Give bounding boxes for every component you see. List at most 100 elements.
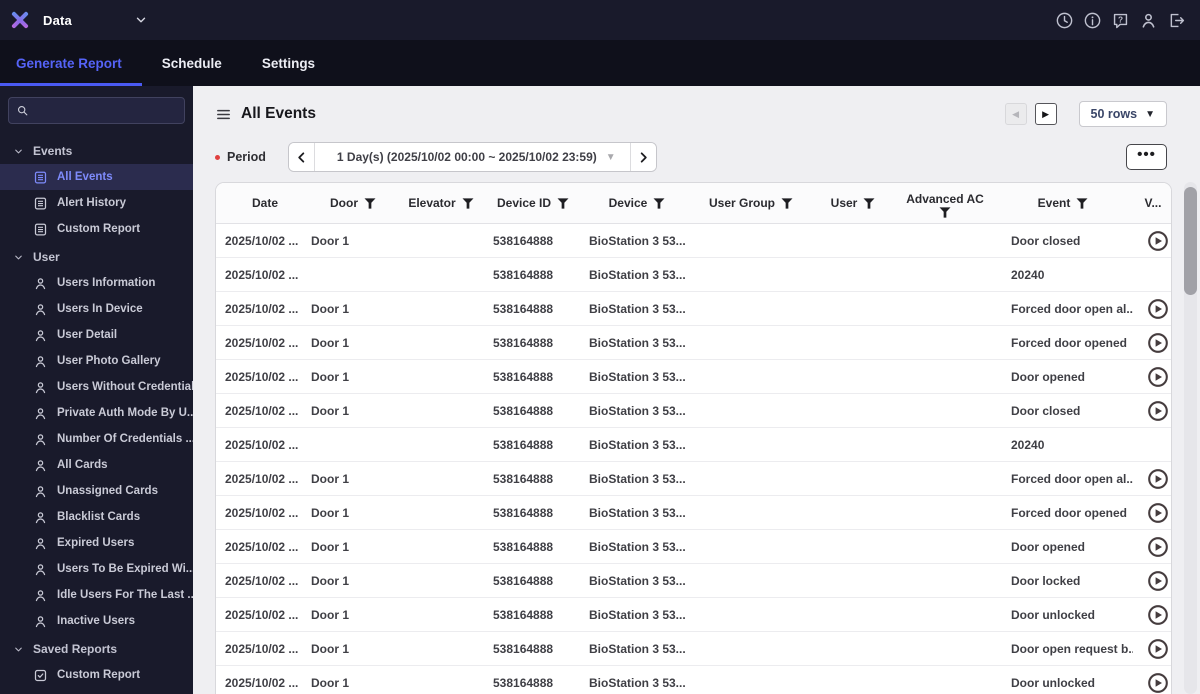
column-header-user[interactable]: User bbox=[809, 196, 897, 210]
user-icon bbox=[33, 276, 48, 291]
table-scrollbar[interactable] bbox=[1184, 182, 1197, 694]
table-row[interactable]: 2025/10/02 ... Door 1 538164888 BioStation … bbox=[216, 564, 1171, 598]
play-video-button[interactable] bbox=[1147, 230, 1169, 252]
table-row[interactable]: 2025/10/02 ... Door 1 538164888 BioStation … bbox=[216, 224, 1171, 258]
table-row[interactable]: 2025/10/02 ... Door 1 538164888 BioStation … bbox=[216, 326, 1171, 360]
column-header-event[interactable]: Event bbox=[993, 196, 1133, 210]
play-video-button[interactable] bbox=[1147, 400, 1169, 422]
column-header-elevator[interactable]: Elevator bbox=[397, 196, 485, 210]
logout-icon bbox=[1167, 11, 1186, 30]
search-input[interactable] bbox=[29, 102, 177, 119]
play-video-button[interactable] bbox=[1147, 468, 1169, 490]
column-label: Elevator bbox=[408, 196, 456, 210]
sidebar-item-user-detail[interactable]: User Detail bbox=[0, 322, 193, 348]
table-row[interactable]: 2025/10/02 ... 538164888 BioStation 3 53..… bbox=[216, 258, 1171, 292]
user-button[interactable] bbox=[1139, 11, 1158, 30]
column-header-advanced-ac[interactable]: Advanced AC bbox=[897, 188, 993, 218]
cell-door: Door 1 bbox=[311, 335, 350, 350]
sidebar-item-expired-users[interactable]: Expired Users bbox=[0, 530, 193, 556]
table-row[interactable]: 2025/10/02 ... Door 1 538164888 BioStation … bbox=[216, 496, 1171, 530]
info-button[interactable] bbox=[1083, 11, 1102, 30]
cell-device: BioStation 3 53... bbox=[589, 233, 686, 248]
sidebar-item-users-in-device[interactable]: Users In Device bbox=[0, 296, 193, 322]
play-video-button[interactable] bbox=[1147, 332, 1169, 354]
play-video-button[interactable] bbox=[1147, 604, 1169, 626]
clock-button[interactable] bbox=[1055, 11, 1074, 30]
play-video-button[interactable] bbox=[1147, 638, 1169, 660]
section-header-user[interactable]: User bbox=[0, 244, 193, 270]
table-row[interactable]: 2025/10/02 ... Door 1 538164888 BioStation … bbox=[216, 394, 1171, 428]
table-row[interactable]: 2025/10/02 ... Door 1 538164888 BioStation … bbox=[216, 530, 1171, 564]
help-icon: ? bbox=[1111, 11, 1130, 30]
tab-label: Generate Report bbox=[16, 55, 122, 71]
sidebar-item-custom-report[interactable]: Custom Report bbox=[0, 216, 193, 242]
sidebar-item-label: Custom Report bbox=[57, 223, 141, 235]
play-video-button[interactable] bbox=[1147, 672, 1169, 694]
table-row[interactable]: 2025/10/02 ... Door 1 538164888 BioStation … bbox=[216, 462, 1171, 496]
sidebar-item-users-information[interactable]: Users Information bbox=[0, 270, 193, 296]
filter-icon[interactable] bbox=[863, 197, 875, 209]
sidebar-item-users-to-be-expired-wi[interactable]: Users To Be Expired Wi... bbox=[0, 556, 193, 582]
scrollbar-thumb[interactable] bbox=[1184, 187, 1197, 295]
table-row[interactable]: 2025/10/02 ... Door 1 538164888 BioStation … bbox=[216, 598, 1171, 632]
cell-video bbox=[1133, 366, 1171, 388]
sidebar-item-number-of-credentials[interactable]: Number Of Credentials ... bbox=[0, 426, 193, 452]
clock-icon bbox=[1055, 11, 1074, 30]
period-value-dropdown[interactable]: 1 Day(s) (2025/10/02 00:00 ~ 2025/10/02 … bbox=[315, 143, 630, 171]
sidebar-item-all-events[interactable]: All Events bbox=[0, 164, 193, 190]
page-next-button[interactable]: ▶ bbox=[1034, 103, 1057, 125]
column-header-user-group[interactable]: User Group bbox=[693, 196, 809, 210]
play-video-button[interactable] bbox=[1147, 298, 1169, 320]
column-header-device[interactable]: Device bbox=[581, 196, 693, 210]
cell-device-id: 538164888 bbox=[493, 267, 554, 282]
table-row[interactable]: 2025/10/02 ... Door 1 538164888 BioStation … bbox=[216, 360, 1171, 394]
tab-generate-report[interactable]: Generate Report bbox=[0, 40, 142, 86]
column-header-v[interactable]: V... bbox=[1133, 196, 1171, 210]
play-video-button[interactable] bbox=[1147, 366, 1169, 388]
table-row[interactable]: 2025/10/02 ... 538164888 BioStation 3 53..… bbox=[216, 428, 1171, 462]
filter-icon[interactable] bbox=[653, 197, 665, 209]
play-video-button[interactable] bbox=[1147, 570, 1169, 592]
cell-date: 2025/10/02 ... bbox=[225, 573, 299, 588]
sidebar-item-inactive-users[interactable]: Inactive Users bbox=[0, 608, 193, 634]
section-header-events[interactable]: Events bbox=[0, 138, 193, 164]
rows-per-page-select[interactable]: 50 rows ▼ bbox=[1078, 101, 1167, 127]
tab-schedule[interactable]: Schedule bbox=[142, 40, 242, 86]
table-row[interactable]: 2025/10/02 ... Door 1 538164888 BioStation … bbox=[216, 666, 1171, 694]
filter-icon[interactable] bbox=[462, 197, 474, 209]
column-header-door[interactable]: Door bbox=[309, 196, 397, 210]
filter-icon[interactable] bbox=[557, 197, 569, 209]
sidebar-search[interactable] bbox=[8, 97, 185, 124]
more-options-button[interactable]: ••• bbox=[1126, 144, 1167, 170]
sidebar-item-all-cards[interactable]: All Cards bbox=[0, 452, 193, 478]
sidebar-item-user-photo-gallery[interactable]: User Photo Gallery bbox=[0, 348, 193, 374]
user-icon bbox=[33, 432, 48, 447]
sidebar-item-alert-history[interactable]: Alert History bbox=[0, 190, 193, 216]
sidebar-item-blacklist-cards[interactable]: Blacklist Cards bbox=[0, 504, 193, 530]
column-header-date[interactable]: Date bbox=[221, 196, 309, 210]
tab-settings[interactable]: Settings bbox=[242, 40, 335, 86]
section-header-saved-reports[interactable]: Saved Reports bbox=[0, 636, 193, 662]
filter-icon[interactable] bbox=[364, 197, 376, 209]
filter-icon[interactable] bbox=[1076, 197, 1088, 209]
page-prev-button[interactable]: ◀ bbox=[1004, 103, 1027, 125]
table-row[interactable]: 2025/10/02 ... Door 1 538164888 BioStation … bbox=[216, 632, 1171, 666]
sidebar-item-users-without-credential[interactable]: Users Without Credential bbox=[0, 374, 193, 400]
user-icon bbox=[33, 562, 48, 577]
play-video-button[interactable] bbox=[1147, 536, 1169, 558]
sidebar-item-idle-users-for-the-last[interactable]: Idle Users For The Last ... bbox=[0, 582, 193, 608]
period-next-button[interactable] bbox=[629, 143, 656, 171]
app-switcher-chevron-down-icon[interactable] bbox=[134, 13, 148, 27]
period-prev-button[interactable] bbox=[288, 143, 315, 171]
sidebar-item-custom-report[interactable]: Custom Report bbox=[0, 662, 193, 688]
play-video-button[interactable] bbox=[1147, 502, 1169, 524]
column-header-device-id[interactable]: Device ID bbox=[485, 196, 581, 210]
filter-icon[interactable] bbox=[939, 207, 951, 218]
table-row[interactable]: 2025/10/02 ... Door 1 538164888 BioStation … bbox=[216, 292, 1171, 326]
help-button[interactable]: ? bbox=[1111, 11, 1130, 30]
logout-button[interactable] bbox=[1167, 11, 1186, 30]
sidebar-item-private-auth-mode-by-u[interactable]: Private Auth Mode By U... bbox=[0, 400, 193, 426]
cell-event: Forced door opened bbox=[1011, 505, 1128, 520]
sidebar-item-unassigned-cards[interactable]: Unassigned Cards bbox=[0, 478, 193, 504]
filter-icon[interactable] bbox=[781, 197, 793, 209]
